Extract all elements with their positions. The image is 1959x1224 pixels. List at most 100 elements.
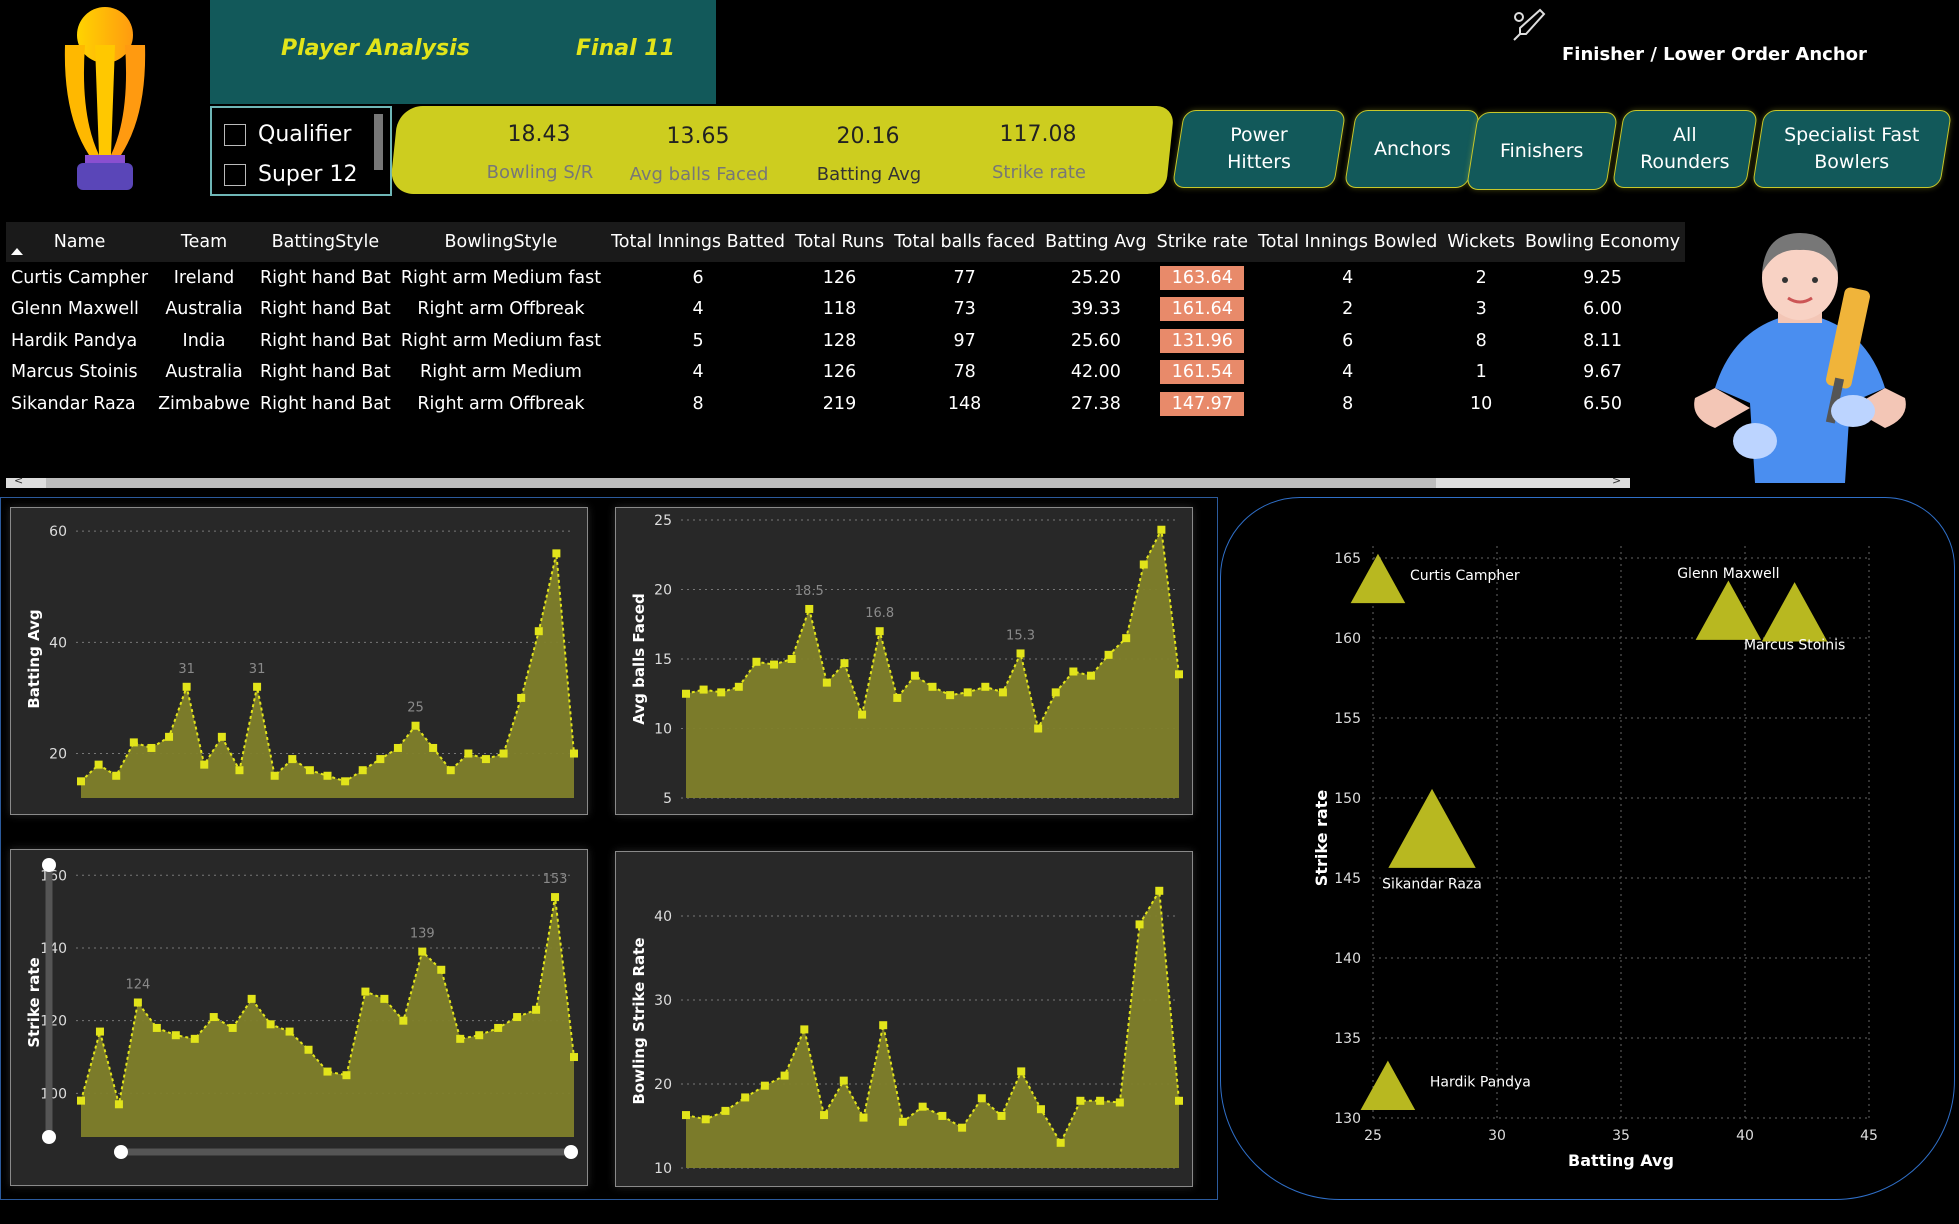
qualifier-checkbox[interactable] (224, 123, 246, 146)
strike-rate-highlight: 161.64 (1160, 297, 1245, 322)
data-point (376, 755, 385, 764)
column-header[interactable]: Total Innings Batted (606, 222, 790, 262)
data-point (517, 693, 526, 702)
finishers-button[interactable]: Finishers (1465, 112, 1619, 190)
table-row[interactable]: Marcus Stoinis Australia Right hand Bat Rig… (6, 357, 1685, 389)
data-point (200, 760, 209, 769)
all-rounders-button[interactable]: All Rounders (1611, 110, 1759, 188)
data-point (285, 1027, 294, 1036)
y-tick-label: 60 (49, 524, 67, 540)
column-header[interactable]: Batting Avg (1040, 222, 1152, 262)
data-point (1016, 649, 1025, 658)
table-row[interactable]: Sikandar Raza Zimbabwe Right hand Bat Right… (6, 388, 1685, 420)
y-axis-label: Strike rate (1312, 790, 1331, 887)
data-point (893, 693, 902, 702)
data-point (822, 678, 831, 687)
y-tick-label: 40 (654, 909, 672, 925)
filter-scrollbar[interactable] (374, 114, 383, 170)
super-12-checkbox[interactable] (224, 163, 246, 186)
column-header[interactable]: Bowling Economy (1520, 222, 1686, 262)
cricketer-illustration (1694, 233, 1906, 483)
column-header[interactable]: Name (6, 222, 154, 262)
y-tick-label: 150 (1334, 791, 1361, 807)
slider-handle[interactable] (42, 1130, 56, 1144)
table-cell: 42.00 (1070, 362, 1121, 383)
data-point (95, 1027, 104, 1036)
table-horizontal-scrollbar[interactable]: < > (6, 474, 1630, 488)
anchors-button[interactable]: Anchors (1343, 110, 1481, 188)
data-point (190, 1034, 199, 1043)
scrollbar-thumb[interactable] (46, 478, 1436, 488)
filter-super-12[interactable]: Super 12 (224, 162, 357, 187)
column-header[interactable]: Total balls faced (889, 222, 1041, 262)
data-point (228, 1023, 237, 1032)
scatter-svg: 25 30 35 40 45 130 135 140 145 150 155 160 165 Curtis… (1312, 546, 1878, 1170)
tab-final-11[interactable]: Final 11 (576, 36, 675, 61)
column-header[interactable]: Total Innings Bowled (1253, 222, 1443, 262)
column-header[interactable]: Wickets (1442, 222, 1520, 262)
sort-ascending-icon[interactable] (10, 246, 24, 256)
table-cell: 27.38 (1070, 393, 1121, 414)
column-header[interactable]: Strike rate (1151, 222, 1254, 262)
slider-handle[interactable] (114, 1145, 128, 1159)
data-point (1086, 671, 1095, 680)
table-row[interactable]: Glenn Maxwell Australia Right hand Bat Righ… (6, 294, 1685, 326)
trophy-logo (64, 7, 146, 190)
column-header[interactable]: BowlingStyle (395, 222, 607, 262)
data-point (411, 721, 420, 730)
data-label: 31 (249, 662, 266, 677)
table-cell: 126 (822, 362, 857, 383)
data-label: 153 (543, 872, 568, 887)
data-point (875, 627, 884, 636)
data-point (494, 1023, 503, 1032)
y-tick-label: 40 (49, 635, 67, 651)
table-cell: 8.11 (1583, 330, 1623, 351)
data-point (532, 1005, 541, 1014)
table-cell: 4 (692, 362, 704, 383)
player-table: Name Team BattingStyle BowlingStyle Total In… (6, 222, 1686, 420)
data-point (147, 743, 156, 752)
data-point (1135, 920, 1144, 929)
scroll-right-icon[interactable]: > (1612, 474, 1621, 487)
x-axis-label: Batting Avg (1568, 1151, 1674, 1170)
specialist-fast-bowlers-button[interactable]: Specialist Fast Bowlers (1751, 110, 1953, 188)
table-cell: 25.60 (1070, 330, 1121, 351)
tab-player-analysis[interactable]: Player Analysis (281, 36, 470, 61)
data-point (499, 749, 508, 758)
table-cell: Zimbabwe (158, 393, 250, 414)
data-point (129, 738, 138, 747)
kpi-bowling-sr-label: Bowling S/R (486, 162, 594, 183)
table-row[interactable]: Hardik Pandya India Right hand Bat Right ar… (6, 325, 1685, 357)
chart-svg: 5 10 15 20 25 18.5 16.8 15.3 Avg balls Faced (630, 513, 1183, 807)
data-point (253, 682, 262, 691)
data-point (963, 688, 972, 697)
power-hitters-button[interactable]: Power Hitters (1171, 110, 1347, 188)
column-header[interactable]: BattingStyle (254, 222, 396, 262)
data-point (699, 685, 708, 694)
data-label: 139 (410, 927, 435, 942)
table-row[interactable]: Curtis Campher Ireland Right hand Bat Right… (6, 262, 1685, 294)
table-cell: 78 (953, 362, 976, 383)
data-point (1175, 1096, 1183, 1105)
table-cell: 73 (953, 299, 976, 320)
column-header[interactable]: Total Runs (789, 222, 890, 262)
table-cell: 2 (1342, 299, 1354, 320)
x-tick-label: 35 (1612, 1128, 1630, 1144)
data-point (342, 1071, 351, 1080)
table-cell: 77 (953, 267, 976, 288)
data-point (114, 1100, 123, 1109)
table-cell: 4 (1342, 362, 1354, 383)
data-point (446, 766, 455, 775)
slider-handle[interactable] (564, 1145, 578, 1159)
table-cell: 6.50 (1583, 393, 1623, 414)
data-point (77, 777, 85, 786)
filter-qualifier[interactable]: Qualifier (224, 122, 351, 147)
slider-handle[interactable] (42, 858, 56, 872)
table-cell: 118 (822, 299, 857, 320)
column-header[interactable]: Team (153, 222, 255, 262)
table-cell: 126 (822, 267, 857, 288)
data-point (235, 766, 244, 775)
scroll-left-icon[interactable]: < (14, 474, 23, 487)
table-cell: 128 (822, 330, 857, 351)
table-cell: 4 (1342, 267, 1354, 288)
